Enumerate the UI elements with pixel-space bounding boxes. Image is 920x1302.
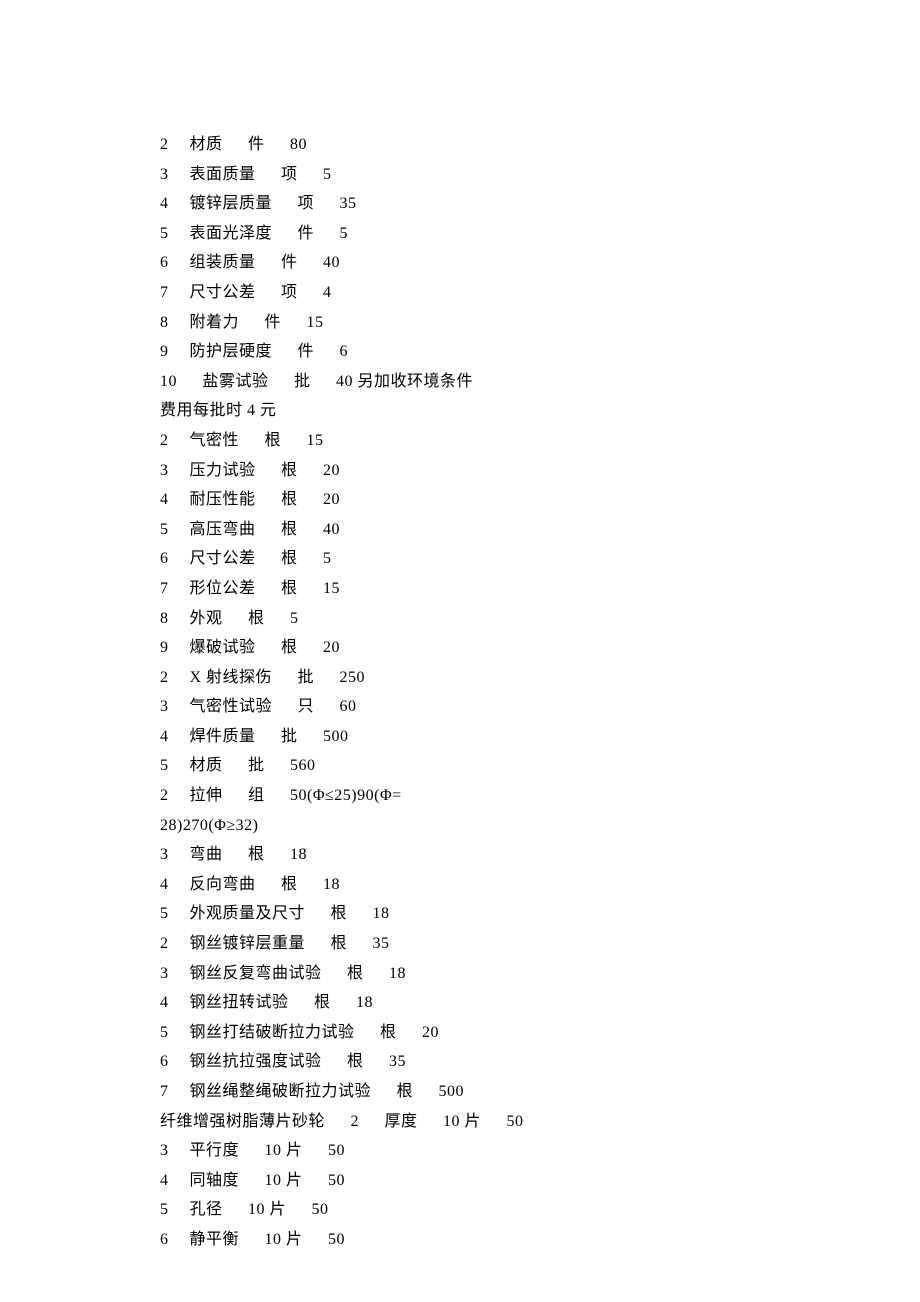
text-line: 3 表面质量 项 5 (160, 160, 920, 190)
text-line: 2 材质 件 80 (160, 130, 920, 160)
text-line: 28)270(Φ≥32) (160, 811, 920, 841)
text-line: 4 同轴度 10 片 50 (160, 1166, 920, 1196)
text-line: 4 反向弯曲 根 18 (160, 870, 920, 900)
text-line: 3 压力试验 根 20 (160, 456, 920, 486)
text-line: 4 耐压性能 根 20 (160, 485, 920, 515)
text-line: 5 孔径 10 片 50 (160, 1195, 920, 1225)
text-line: 纤维增强树脂薄片砂轮 2 厚度 10 片 50 (160, 1107, 920, 1137)
text-line: 7 钢丝绳整绳破断拉力试验 根 500 (160, 1077, 920, 1107)
text-line: 6 尺寸公差 根 5 (160, 544, 920, 574)
text-line: 7 尺寸公差 项 4 (160, 278, 920, 308)
text-line: 6 组装质量 件 40 (160, 248, 920, 278)
text-line: 6 钢丝抗拉强度试验 根 35 (160, 1047, 920, 1077)
text-line: 费用每批时 4 元 (160, 396, 920, 426)
text-line: 2 X 射线探伤 批 250 (160, 663, 920, 693)
text-line: 4 镀锌层质量 项 35 (160, 189, 920, 219)
text-line: 3 钢丝反复弯曲试验 根 18 (160, 959, 920, 989)
text-line: 3 平行度 10 片 50 (160, 1136, 920, 1166)
text-line: 7 形位公差 根 15 (160, 574, 920, 604)
text-line: 5 外观质量及尺寸 根 18 (160, 899, 920, 929)
text-line: 5 高压弯曲 根 40 (160, 515, 920, 545)
text-line: 3 气密性试验 只 60 (160, 692, 920, 722)
text-line: 9 爆破试验 根 20 (160, 633, 920, 663)
text-line: 2 气密性 根 15 (160, 426, 920, 456)
text-line: 4 钢丝扭转试验 根 18 (160, 988, 920, 1018)
text-line: 6 静平衡 10 片 50 (160, 1225, 920, 1255)
text-line: 2 拉伸 组 50(Φ≤25)90(Φ= (160, 781, 920, 811)
text-line: 5 材质 批 560 (160, 751, 920, 781)
text-line: 3 弯曲 根 18 (160, 840, 920, 870)
text-line: 8 外观 根 5 (160, 604, 920, 634)
text-line: 5 表面光泽度 件 5 (160, 219, 920, 249)
document-body: 2 材质 件 803 表面质量 项 54 镀锌层质量 项 355 表面光泽度 件… (160, 130, 920, 1255)
text-line: 4 焊件质量 批 500 (160, 722, 920, 752)
text-line: 8 附着力 件 15 (160, 308, 920, 338)
text-line: 2 钢丝镀锌层重量 根 35 (160, 929, 920, 959)
text-line: 9 防护层硬度 件 6 (160, 337, 920, 367)
text-line: 5 钢丝打结破断拉力试验 根 20 (160, 1018, 920, 1048)
text-line: 10 盐雾试验 批 40 另加收环境条件 (160, 367, 920, 397)
